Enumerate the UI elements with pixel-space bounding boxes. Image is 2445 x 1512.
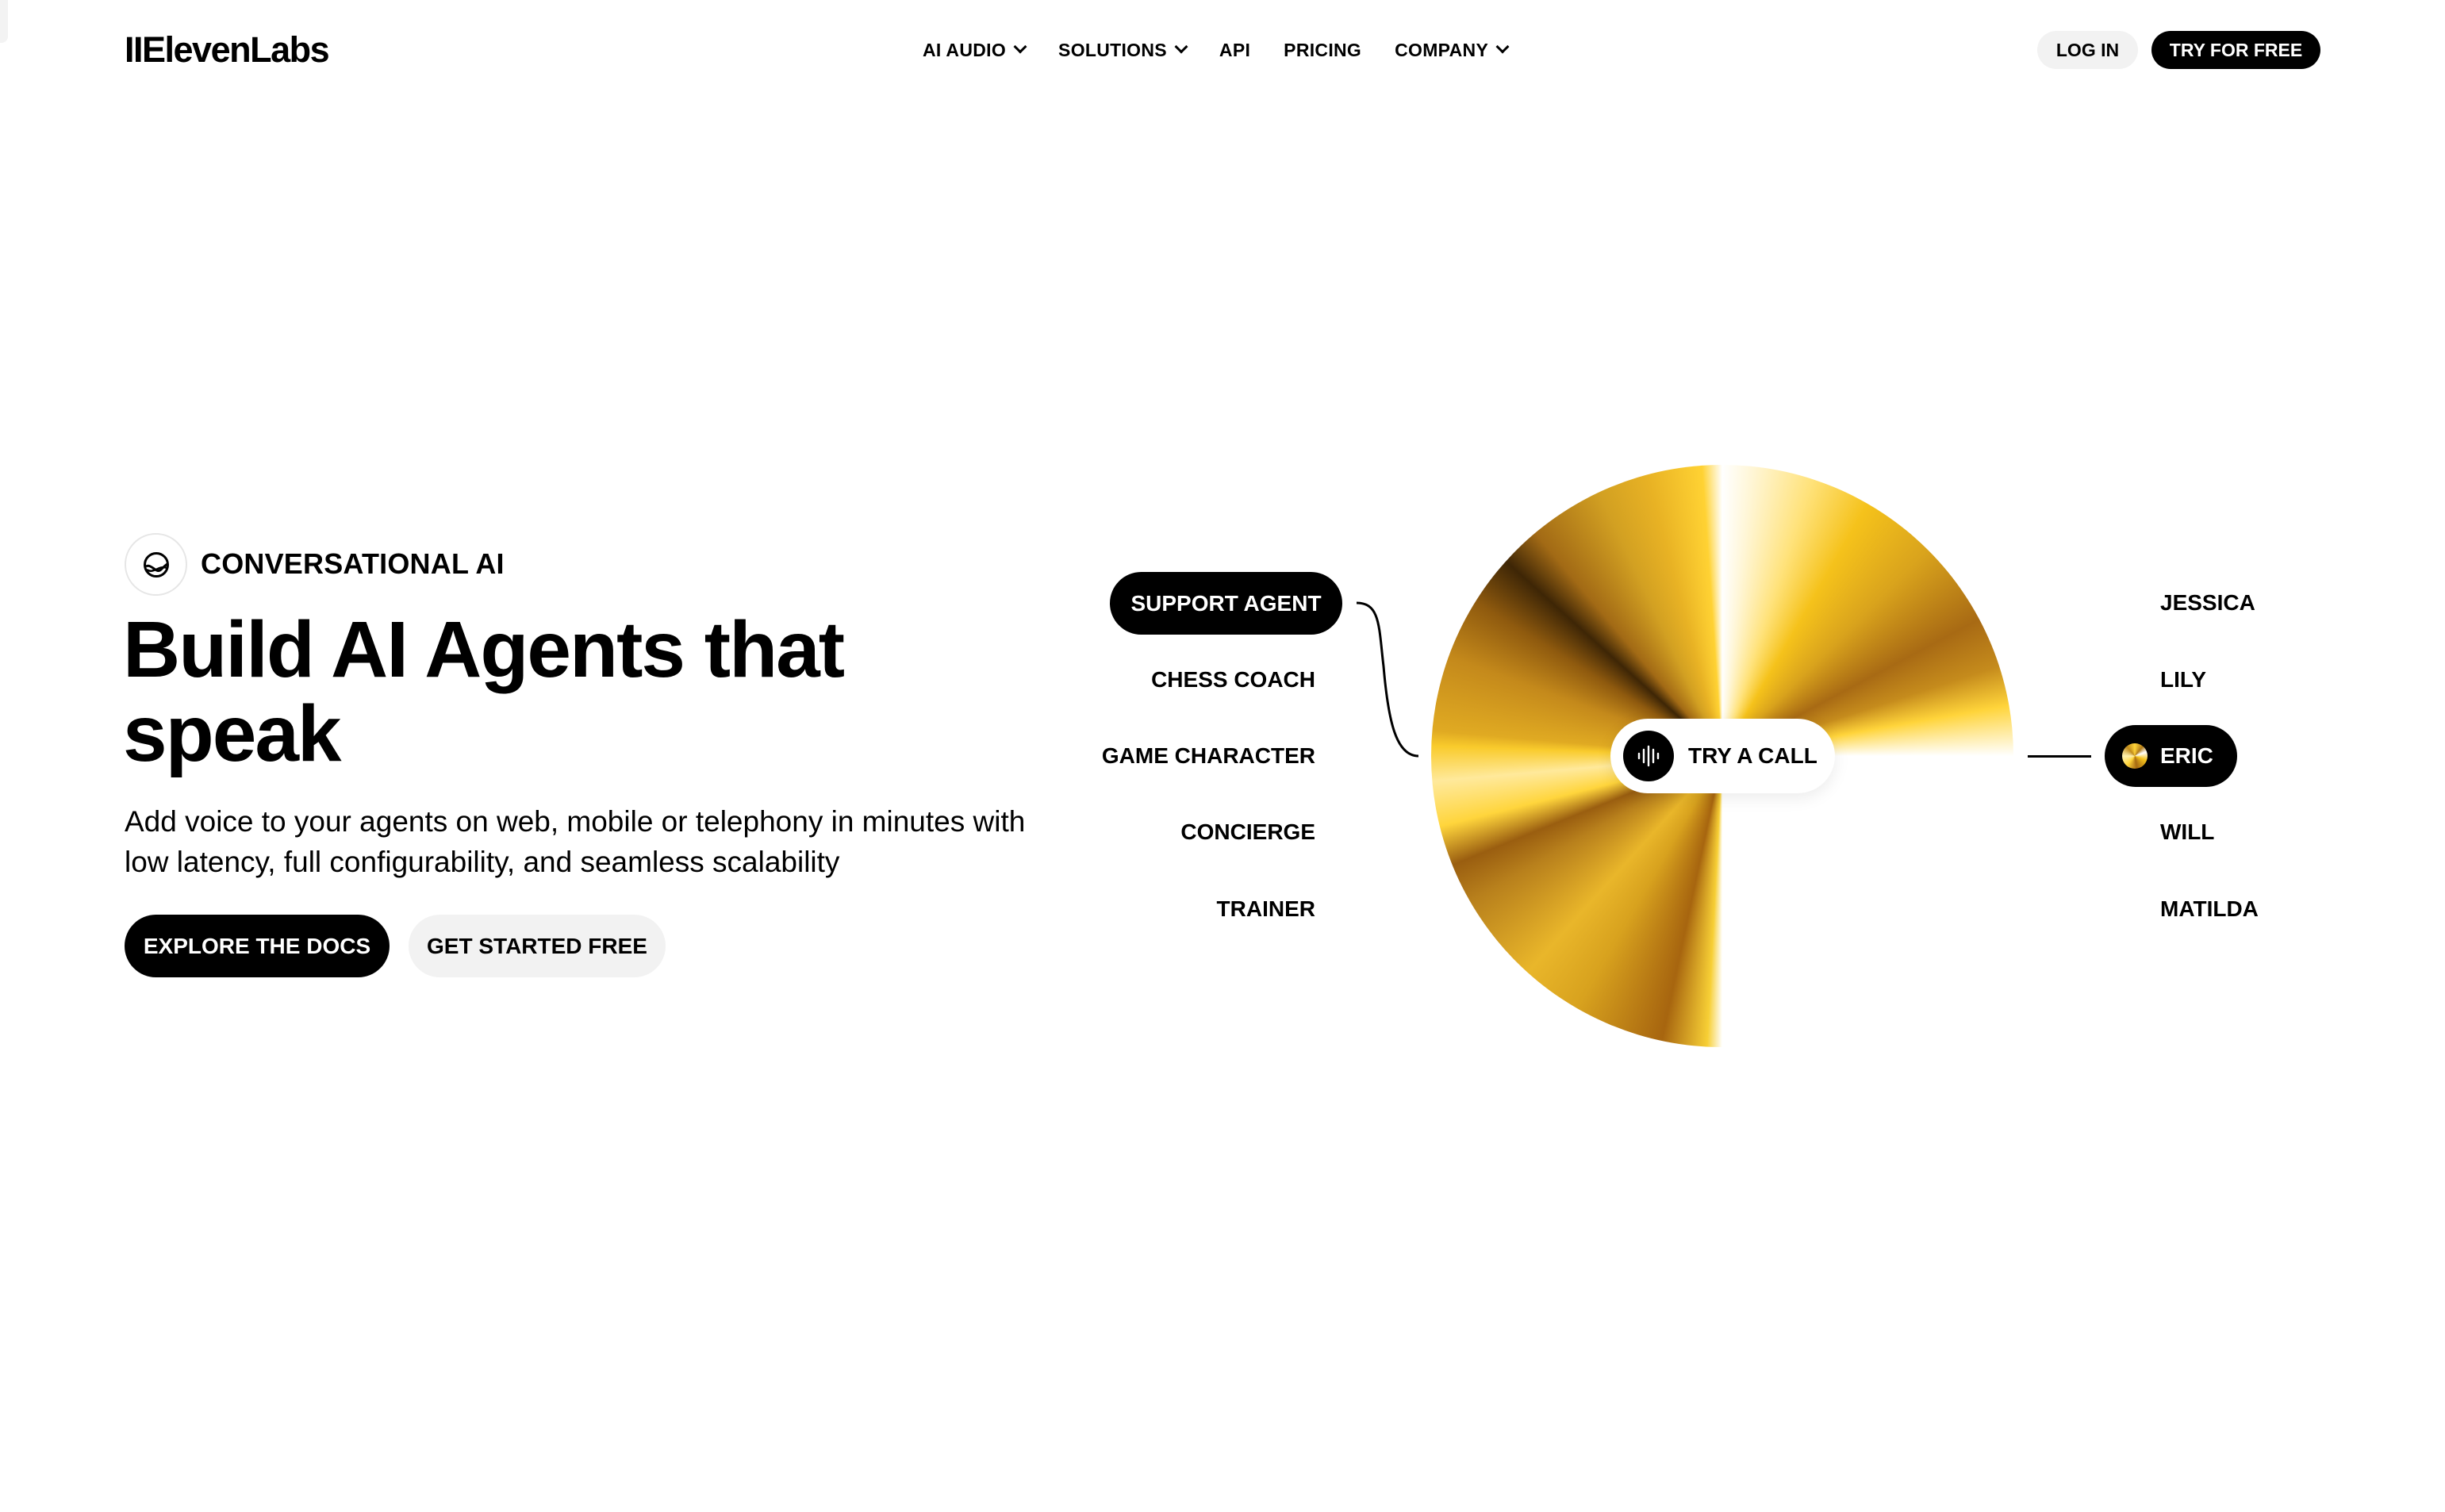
- agent-option-concierge[interactable]: CONCIERGE: [1180, 816, 1315, 848]
- nav-company[interactable]: COMPANY: [1395, 39, 1510, 61]
- try-a-call-button[interactable]: TRY A CALL: [1610, 719, 1835, 793]
- hero-headline: Build AI Agents that speak: [123, 605, 845, 778]
- elevenlabs-logo[interactable]: IIElevenLabs: [125, 30, 330, 70]
- chevron-down-icon: [1174, 40, 1188, 54]
- nav-ai-audio[interactable]: AI AUDIO: [923, 39, 1027, 61]
- voice-option-eric[interactable]: ERIC: [2105, 725, 2237, 787]
- nav-solutions-label: SOLUTIONS: [1058, 39, 1167, 60]
- nav-api-label: API: [1219, 39, 1251, 60]
- chevron-down-icon: [1013, 40, 1027, 54]
- nav-ai-audio-label: AI AUDIO: [923, 39, 1007, 60]
- get-started-free-button[interactable]: GET STARTED FREE: [409, 915, 666, 977]
- voice-option-lily[interactable]: LILY: [2160, 664, 2206, 696]
- nav-pricing[interactable]: PRICING: [1284, 40, 1361, 61]
- nav-api[interactable]: API: [1219, 40, 1250, 61]
- voice-option-jessica[interactable]: JESSICA: [2160, 587, 2255, 619]
- main-nav: AI AUDIO SOLUTIONS API PRICING COMPANY: [923, 35, 1541, 65]
- agent-connector-curve: [1356, 601, 1419, 758]
- voice-option-will[interactable]: WILL: [2160, 816, 2214, 848]
- agent-option-game-character[interactable]: GAME CHARACTER: [1102, 740, 1315, 772]
- chevron-down-icon: [1495, 40, 1510, 54]
- log-in-button[interactable]: LOG IN: [2037, 31, 2138, 69]
- nav-company-label: COMPANY: [1395, 39, 1489, 60]
- conversational-ai-icon: [125, 533, 187, 596]
- hero-subtext: Add voice to your agents on web, mobile …: [125, 805, 1026, 878]
- nav-pricing-label: PRICING: [1284, 39, 1362, 60]
- explore-docs-button[interactable]: EXPLORE THE DOCS: [125, 915, 390, 977]
- voice-avatar-icon: [2122, 743, 2148, 769]
- corner-tab: [0, 0, 8, 43]
- agent-option-trainer[interactable]: TRAINER: [1217, 893, 1315, 925]
- voice-eric-label: ERIC: [2160, 743, 2213, 768]
- try-for-free-button[interactable]: TRY FOR FREE: [2151, 31, 2320, 69]
- agent-option-support-agent[interactable]: SUPPORT AGENT: [1110, 572, 1342, 635]
- section-label: CONVERSATIONAL AI: [201, 547, 505, 580]
- try-a-call-label: TRY A CALL: [1688, 743, 1817, 768]
- voice-connector-line: [2028, 755, 2091, 758]
- agent-option-chess-coach[interactable]: CHESS COACH: [1151, 664, 1315, 696]
- voice-option-matilda[interactable]: MATILDA: [2160, 893, 2259, 925]
- audio-waveform-icon: [1623, 731, 1674, 781]
- nav-solutions[interactable]: SOLUTIONS: [1058, 39, 1188, 61]
